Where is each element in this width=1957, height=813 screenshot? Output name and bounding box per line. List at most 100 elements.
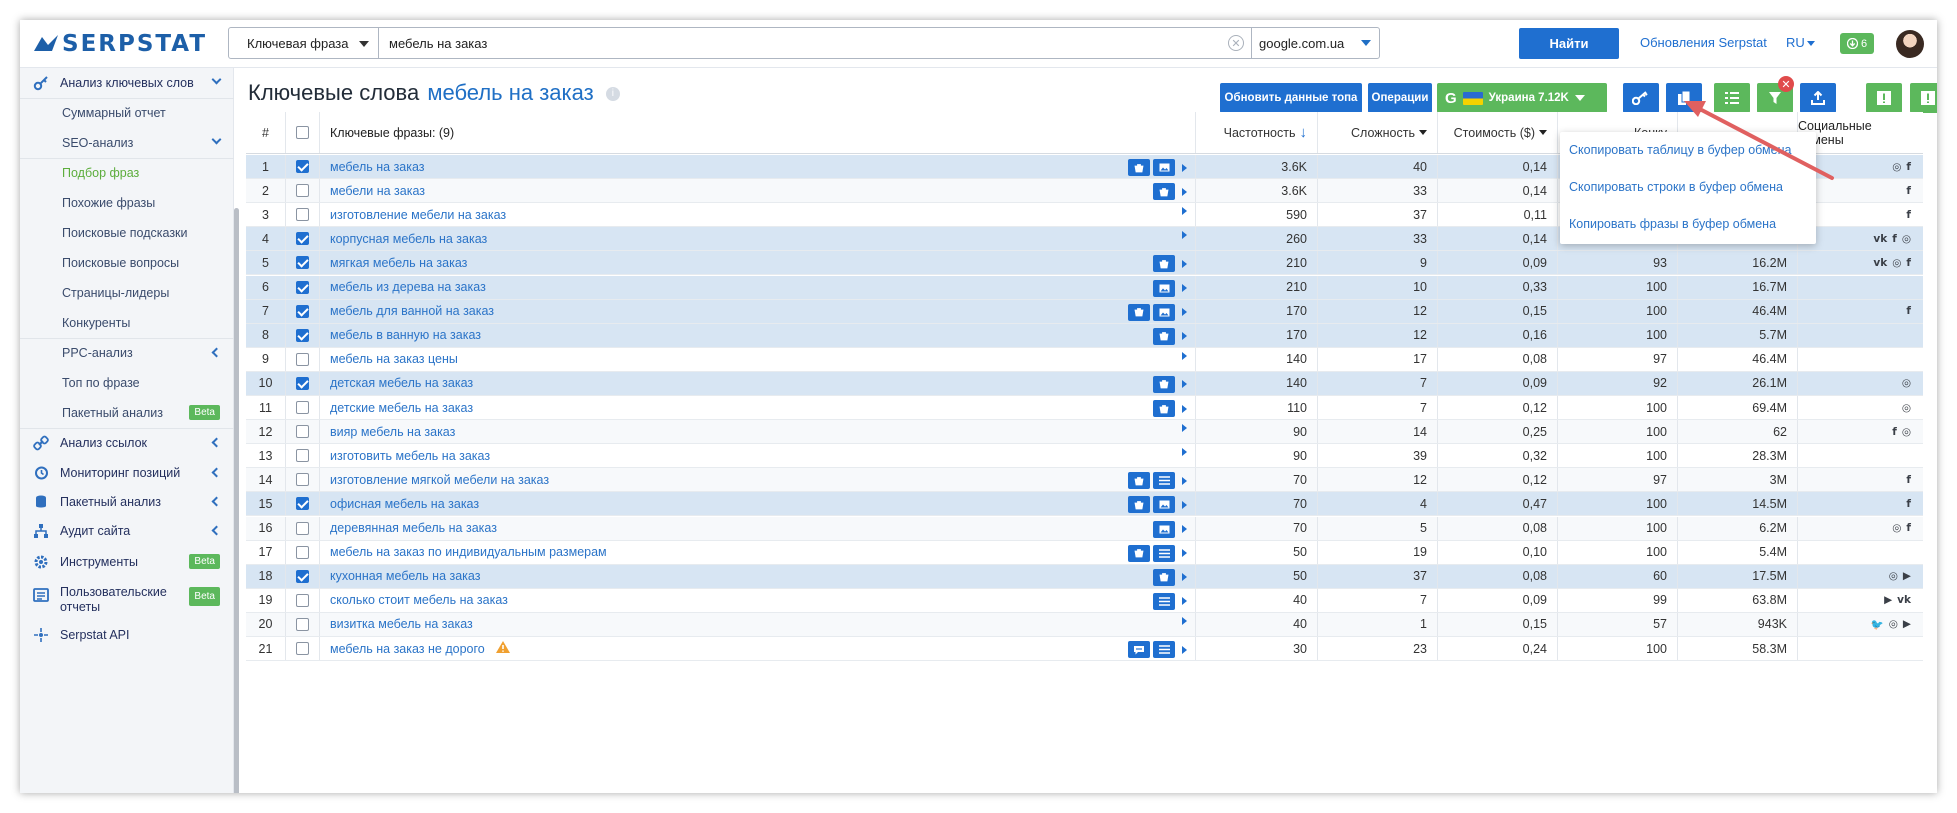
shopping-icon[interactable] xyxy=(1153,327,1175,345)
instagram-icon[interactable]: ◎ xyxy=(1902,426,1911,438)
clear-search-button[interactable]: ✕ xyxy=(1221,28,1251,58)
table-row[interactable]: 8 мебель в ванную на заказ 170 12 0,16 100 5.7… xyxy=(246,323,1923,348)
instagram-icon[interactable]: ◎ xyxy=(1889,570,1898,582)
image-icon[interactable] xyxy=(1153,303,1175,321)
search-type-select[interactable]: Ключевая фраза xyxy=(229,28,379,58)
header-keyword[interactable]: Ключевые фразы: (9) xyxy=(320,112,1196,153)
list-icon[interactable] xyxy=(1153,544,1175,562)
row-checkbox[interactable] xyxy=(296,160,309,173)
user-avatar[interactable] xyxy=(1896,30,1924,58)
youtube-icon[interactable]: ▶ xyxy=(1884,594,1892,606)
expand-caret-icon[interactable] xyxy=(1182,448,1187,457)
keyword-link[interactable]: сколько стоит мебель на заказ xyxy=(320,588,1196,612)
instagram-icon[interactable]: ◎ xyxy=(1892,161,1901,173)
sidebar-item[interactable]: Топ по фразе xyxy=(20,368,234,398)
shopping-icon[interactable] xyxy=(1153,568,1175,586)
facebook-icon[interactable]: f xyxy=(1906,305,1911,317)
sidebar-item[interactable]: SEO-анализ xyxy=(20,128,234,158)
keyword-link[interactable]: детские мебель на заказ xyxy=(320,396,1196,419)
row-checkbox[interactable] xyxy=(296,473,309,487)
vk-icon[interactable]: vk xyxy=(1873,233,1887,245)
region-select[interactable]: G Украина 7.12K xyxy=(1437,83,1607,113)
row-checkbox[interactable] xyxy=(296,328,309,342)
table-row[interactable]: 9 мебель на заказ цены 140 17 0,08 97 46.4M xyxy=(246,347,1923,372)
sidebar-item[interactable]: Конкуренты xyxy=(20,308,234,338)
sidebar-item[interactable]: Страницы-лидеры xyxy=(20,278,234,308)
facebook-icon[interactable]: f xyxy=(1906,498,1911,510)
row-checkbox[interactable] xyxy=(296,280,309,294)
alert-button[interactable] xyxy=(1866,83,1902,113)
keyword-link[interactable]: изготовить мебель на заказ xyxy=(320,444,1196,468)
header-difficulty[interactable]: Сложность xyxy=(1318,112,1438,153)
sidebar-item[interactable]: Суммарный отчет xyxy=(20,98,234,128)
keyword-link[interactable]: кухонная мебель на заказ xyxy=(320,564,1196,588)
row-checkbox[interactable] xyxy=(296,184,309,198)
expand-caret-icon[interactable] xyxy=(1182,597,1187,606)
database-select[interactable]: google.com.ua xyxy=(1251,28,1379,58)
instagram-icon[interactable]: ◎ xyxy=(1892,522,1901,534)
row-checkbox[interactable] xyxy=(296,521,309,535)
keyword-link[interactable]: мебель для ванной на заказ xyxy=(320,299,1196,323)
row-checkbox[interactable] xyxy=(296,232,309,246)
table-row[interactable]: 11 детские мебель на заказ 110 7 0,12 100 69.4… xyxy=(246,396,1923,420)
sidebar-item[interactable]: Пакетный анализ xyxy=(20,487,234,517)
sidebar-item[interactable]: PPC-анализ xyxy=(20,338,234,368)
row-checkbox[interactable] xyxy=(296,401,309,414)
expand-caret-icon[interactable] xyxy=(1182,187,1187,196)
sidebar-item[interactable]: Инструменты Beta xyxy=(20,547,234,577)
shopping-icon[interactable] xyxy=(1128,496,1150,514)
copy-phrases-item[interactable]: Копировать фразы в буфер обмена xyxy=(1569,217,1776,231)
instagram-icon[interactable]: ◎ xyxy=(1902,233,1911,245)
row-checkbox[interactable] xyxy=(296,304,309,318)
expand-caret-icon[interactable] xyxy=(1182,163,1187,172)
table-row[interactable]: 19 сколько стоит мебель на заказ 40 7 0,09 99… xyxy=(246,588,1923,613)
expand-caret-icon[interactable] xyxy=(1182,476,1187,485)
table-row[interactable]: 14 изготовление мягкой мебели на заказ 70 1… xyxy=(246,468,1923,493)
chat-icon[interactable] xyxy=(1128,641,1150,658)
keyword-link[interactable]: деревянная мебель на заказ xyxy=(320,516,1196,540)
table-row[interactable]: 13 изготовить мебель на заказ 90 39 0,32 100 2… xyxy=(246,444,1923,469)
facebook-icon[interactable]: f xyxy=(1906,522,1911,534)
expand-caret-icon[interactable] xyxy=(1182,332,1187,341)
sidebar-item[interactable]: Поисковые вопросы xyxy=(20,248,234,278)
header-cost[interactable]: Стоимость ($) xyxy=(1438,112,1558,153)
table-row[interactable]: 10 детская мебель на заказ 140 7 0,09 92 26.1M… xyxy=(246,371,1923,396)
sidebar-item[interactable]: Мониторинг позиций xyxy=(20,458,234,488)
serpstat-logo[interactable]: SERPSTAT xyxy=(34,30,207,58)
sidebar-item[interactable]: Анализ ссылок xyxy=(20,428,234,458)
keyword-filter-button[interactable] xyxy=(1623,83,1659,113)
language-select[interactable]: RU xyxy=(1786,35,1815,50)
instagram-icon[interactable]: ◎ xyxy=(1889,618,1898,630)
table-row[interactable]: 7 мебель для ванной на заказ 170 12 0,15 100 4… xyxy=(246,299,1923,324)
table-row[interactable]: 20 визитка мебель на заказ 40 1 0,15 57 943K 🐦 ◎… xyxy=(246,612,1923,637)
updates-link[interactable]: Обновления Serpstat xyxy=(1640,35,1767,50)
row-checkbox[interactable] xyxy=(296,256,309,270)
row-checkbox[interactable] xyxy=(296,352,309,366)
expand-caret-icon[interactable] xyxy=(1182,616,1187,625)
shopping-icon[interactable] xyxy=(1153,255,1175,273)
keyword-link[interactable]: офисная мебель на заказ xyxy=(320,492,1196,516)
expand-caret-icon[interactable] xyxy=(1182,380,1187,389)
row-checkbox[interactable] xyxy=(296,449,309,463)
keyword-link[interactable]: мебель на заказ цены xyxy=(320,347,1196,371)
expand-caret-icon[interactable] xyxy=(1182,525,1187,533)
shopping-icon[interactable] xyxy=(1153,183,1175,201)
sidebar-item[interactable]: Анализ ключевых слов xyxy=(20,68,234,98)
vk-icon[interactable]: vk xyxy=(1897,594,1911,606)
expand-caret-icon[interactable] xyxy=(1182,573,1187,582)
image-icon[interactable] xyxy=(1153,279,1175,297)
downloads-button[interactable]: 6 xyxy=(1840,33,1874,54)
header-volume[interactable]: Частотность ↓ xyxy=(1196,112,1318,153)
expand-caret-icon[interactable] xyxy=(1182,207,1187,216)
facebook-icon[interactable]: f xyxy=(1906,161,1911,173)
facebook-icon[interactable]: f xyxy=(1892,233,1897,245)
table-row[interactable]: 17 мебель на заказ по индивидуальным разм… xyxy=(246,540,1923,565)
keyword-link[interactable]: мебель из дерева на заказ xyxy=(320,275,1196,299)
list-icon[interactable] xyxy=(1153,641,1175,658)
keyword-link[interactable]: изготовление мебели на заказ xyxy=(320,203,1196,227)
list-icon[interactable] xyxy=(1153,472,1175,490)
table-row[interactable]: 18 кухонная мебель на заказ 50 37 0,08 60 17.5… xyxy=(246,564,1923,589)
table-row[interactable]: 12 вияр мебель на заказ 90 14 0,25 100 62 f ◎ xyxy=(246,420,1923,445)
operations-button[interactable]: Операции xyxy=(1368,83,1432,113)
image-icon[interactable] xyxy=(1153,496,1175,514)
